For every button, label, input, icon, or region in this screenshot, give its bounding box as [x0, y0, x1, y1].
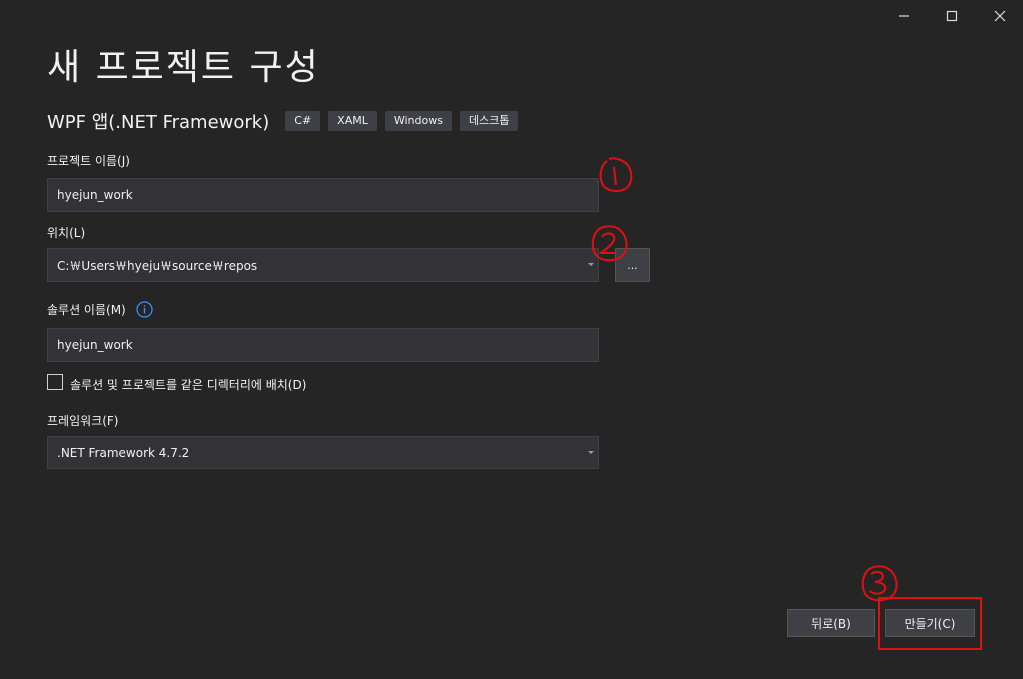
annotation-mark-1 — [599, 157, 633, 192]
template-name: WPF 앱(.NET Framework) — [47, 112, 270, 133]
browse-button[interactable]: ... — [615, 248, 650, 282]
framework-value: .NET Framework 4.7.2 — [57, 445, 190, 460]
chevron-down-icon[interactable] — [588, 263, 594, 266]
project-name-label: 프로젝트 이름(J) — [47, 154, 130, 168]
same-directory-checkbox[interactable] — [47, 374, 63, 390]
chevron-down-icon[interactable] — [588, 451, 594, 454]
minimize-icon — [899, 15, 909, 17]
location-value: C:￦Users￦hyeju￦source￦repos — [57, 258, 258, 273]
location-label: 위치(L) — [47, 226, 86, 240]
project-name-input[interactable]: hyejun_work — [47, 178, 599, 212]
info-icon[interactable] — [136, 301, 153, 318]
project-name-value: hyejun_work — [57, 188, 133, 202]
close-button[interactable] — [980, 4, 1020, 28]
template-info: WPF 앱(.NET Framework) C# XAML Windows 데스… — [47, 109, 526, 133]
maximize-icon — [946, 10, 958, 22]
solution-name-label: 솔루션 이름(M) — [47, 303, 126, 317]
framework-combobox[interactable]: .NET Framework 4.7.2 — [47, 436, 599, 469]
location-combobox[interactable]: C:￦Users￦hyeju￦source￦repos — [47, 248, 599, 282]
annotation-mark-3 — [861, 565, 898, 602]
create-button[interactable]: 만들기(C) — [885, 609, 975, 637]
tag-language: C# — [285, 111, 321, 131]
maximize-button[interactable] — [932, 4, 972, 28]
tag-platform: Windows — [384, 111, 452, 131]
minimize-button[interactable] — [884, 4, 924, 28]
page-title: 새 프로젝트 구성 — [47, 47, 320, 88]
framework-label: 프레임워크(F) — [47, 414, 119, 428]
solution-name-value: hyejun_work — [57, 338, 133, 352]
same-directory-label[interactable]: 솔루션 및 프로젝트를 같은 디렉터리에 배치(D) — [70, 376, 306, 393]
close-icon — [994, 10, 1006, 22]
tag-project-type: 데스크톱 — [459, 111, 519, 131]
tag-xaml: XAML — [328, 111, 377, 131]
solution-name-input[interactable]: hyejun_work — [47, 328, 599, 362]
back-button[interactable]: 뒤로(B) — [787, 609, 875, 637]
